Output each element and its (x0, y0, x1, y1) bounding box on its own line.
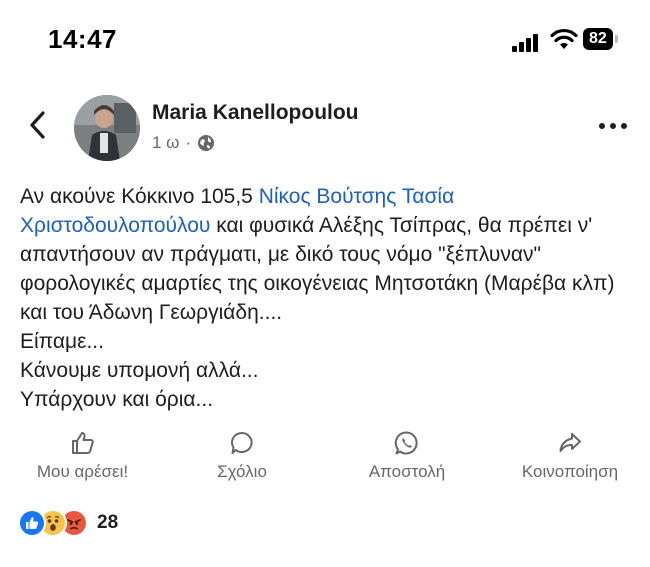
post-meta: 1 ω · (152, 133, 215, 153)
cellular-signal-icon (512, 32, 544, 52)
author-name[interactable]: Maria Kanellopoulou (152, 101, 359, 125)
comment-bubble-icon (231, 432, 253, 454)
reaction-count: 28 (97, 512, 119, 533)
share-arrow-icon (559, 433, 581, 452)
status-time: 14:47 (48, 24, 117, 54)
mention-link[interactable]: Νίκος Βούτσης (259, 185, 397, 208)
send-label: Αποστολή (368, 462, 446, 481)
post-line: Κάνουμε υπομονή αλλά... (20, 359, 259, 382)
like-button[interactable]: Μου αρέσει! (20, 430, 145, 482)
whatsapp-icon (394, 431, 418, 455)
battery-tip (614, 35, 618, 43)
wifi-icon (550, 28, 578, 49)
post-line: Είπαμε... (20, 330, 104, 353)
post-body: Αν ακούνε Κόκκινο 105,5 Νίκος Βούτσης Τα… (20, 182, 632, 414)
post-action-bar: Μου αρέσει! Σχόλιο Αποστολή Κοινοποίηση (0, 430, 650, 490)
like-label: Μου αρέσει! (36, 462, 129, 481)
thumbs-up-icon (71, 432, 94, 454)
more-options-button[interactable] (597, 120, 629, 132)
globe-icon (198, 135, 215, 151)
post-line: Υπάρχουν και όρια... (20, 388, 214, 411)
battery-level: 82 (583, 28, 613, 50)
meta-separator: · (185, 133, 192, 152)
send-button[interactable]: Αποστολή (352, 430, 462, 482)
comment-label: Σχόλιο (217, 462, 267, 481)
battery-indicator: 82 (583, 28, 618, 50)
like-reaction-icon (18, 509, 46, 537)
share-label: Κοινοποίηση (521, 462, 619, 481)
post-text-intro: Αν ακούνε Κόκκινο 105,5 (20, 185, 259, 208)
author-avatar[interactable] (74, 95, 140, 161)
status-bar: 14:47 82 (0, 0, 650, 80)
post-paragraph: Αν ακούνε Κόκκινο 105,5 Νίκος Βούτσης Τα… (20, 182, 632, 327)
reactions-summary[interactable]: 28 (18, 509, 119, 537)
comment-button[interactable]: Σχόλιο (202, 430, 282, 482)
avatar-photo (74, 95, 140, 161)
share-button[interactable]: Κοινοποίηση (505, 430, 635, 482)
back-button[interactable] (24, 108, 52, 142)
post-age[interactable]: 1 ω (152, 133, 179, 153)
